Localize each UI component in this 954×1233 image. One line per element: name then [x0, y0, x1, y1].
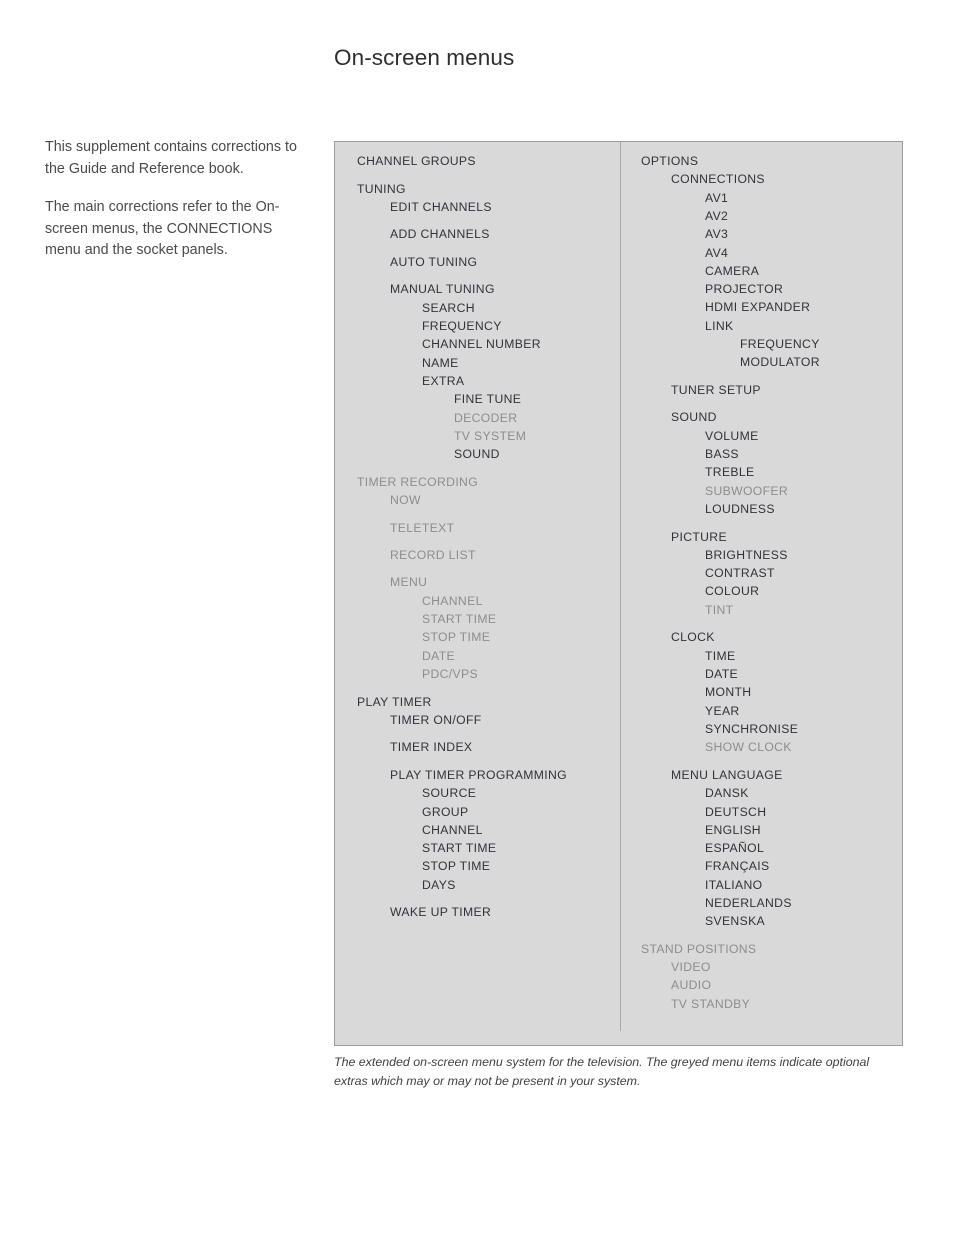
menu-item-clock[interactable]: CLOCK: [671, 630, 715, 644]
intro-text-block: This supplement contains corrections to …: [45, 137, 307, 262]
menu-item-source[interactable]: SOURCE: [422, 786, 476, 800]
menu-item-fine-tune[interactable]: FINE TUNE: [454, 392, 521, 406]
menu-item-projector[interactable]: PROJECTOR: [705, 282, 783, 296]
menu-item-contrast[interactable]: CONTRAST: [705, 566, 775, 580]
page-title: On-screen menus: [334, 45, 515, 71]
on-screen-menu-diagram: CHANNEL GROUPS TUNING EDIT CHANNELS ADD CHA…: [334, 141, 903, 1046]
menu-item-play-timer[interactable]: PLAY TIMER: [357, 695, 432, 709]
menu-item-channel-groups[interactable]: CHANNEL GROUPS: [357, 154, 476, 168]
menu-item-colour[interactable]: COLOUR: [705, 584, 759, 598]
menu-item-picture[interactable]: PICTURE: [671, 530, 727, 544]
menu-item-start-time[interactable]: START TIME: [422, 612, 496, 626]
menu-item-stand-positions[interactable]: STAND POSITIONS: [641, 942, 756, 956]
menu-item-nederlands[interactable]: NEDERLANDS: [705, 896, 792, 910]
menu-item-hdmi-expander[interactable]: HDMI EXPANDER: [705, 300, 810, 314]
menu-item-espa-ol[interactable]: ESPAÑOL: [705, 841, 764, 855]
menu-item-start-time[interactable]: START TIME: [422, 841, 496, 855]
menu-item-menu-language[interactable]: MENU LANGUAGE: [671, 768, 783, 782]
menu-item-bass[interactable]: BASS: [705, 447, 739, 461]
menu-item-volume[interactable]: VOLUME: [705, 429, 759, 443]
menu-item-av4[interactable]: AV4: [705, 246, 728, 260]
menu-item-date[interactable]: DATE: [422, 649, 455, 663]
menu-item-manual-tuning[interactable]: MANUAL TUNING: [390, 282, 495, 296]
menu-item-show-clock[interactable]: SHOW CLOCK: [705, 740, 792, 754]
menu-item-pdc-vps[interactable]: PDC/VPS: [422, 667, 478, 681]
menu-item-svenska[interactable]: SVENSKA: [705, 914, 765, 928]
menu-item-synchronise[interactable]: SYNCHRONISE: [705, 722, 798, 736]
menu-item-channel[interactable]: CHANNEL: [422, 823, 483, 837]
menu-item-timer-recording[interactable]: TIMER RECORDING: [357, 475, 478, 489]
menu-item-stop-time[interactable]: STOP TIME: [422, 859, 490, 873]
menu-item-loudness[interactable]: LOUDNESS: [705, 502, 775, 516]
menu-item-decoder[interactable]: DECODER: [454, 411, 517, 425]
menu-item-stop-time[interactable]: STOP TIME: [422, 630, 490, 644]
menu-item-tuner-setup[interactable]: TUNER SETUP: [671, 383, 761, 397]
menu-item-timer-index[interactable]: TIMER INDEX: [390, 740, 472, 754]
menu-item-add-channels[interactable]: ADD CHANNELS: [390, 227, 490, 241]
menu-item-channel-number[interactable]: CHANNEL NUMBER: [422, 337, 541, 351]
menu-item-av2[interactable]: AV2: [705, 209, 728, 223]
figure-caption: The extended on-screen menu system for t…: [334, 1055, 870, 1088]
menu-item-teletext[interactable]: TELETEXT: [390, 521, 454, 535]
menu-item-tint[interactable]: TINT: [705, 603, 733, 617]
menu-item-group[interactable]: GROUP: [422, 805, 468, 819]
menu-item-timer-on-off[interactable]: TIMER ON/OFF: [390, 713, 482, 727]
menu-item-treble[interactable]: TREBLE: [705, 465, 755, 479]
menu-item-days[interactable]: DAYS: [422, 878, 456, 892]
menu-item-play-timer-programming[interactable]: PLAY TIMER PROGRAMMING: [390, 768, 567, 782]
menu-item-modulator[interactable]: MODULATOR: [740, 355, 820, 369]
menu-item-extra[interactable]: EXTRA: [422, 374, 464, 388]
menu-item-edit-channels[interactable]: EDIT CHANNELS: [390, 200, 492, 214]
menu-item-sound[interactable]: SOUND: [454, 447, 500, 461]
menu-item-subwoofer[interactable]: SUBWOOFER: [705, 484, 788, 498]
menu-item-connections[interactable]: CONNECTIONS: [671, 172, 765, 186]
menu-item-english[interactable]: ENGLISH: [705, 823, 761, 837]
menu-item-options[interactable]: OPTIONS: [641, 154, 698, 168]
menu-item-wake-up-timer[interactable]: WAKE UP TIMER: [390, 905, 491, 919]
menu-item-italiano[interactable]: ITALIANO: [705, 878, 762, 892]
menu-item-dansk[interactable]: DANSK: [705, 786, 749, 800]
menu-item-date[interactable]: DATE: [705, 667, 738, 681]
column-divider: [620, 142, 621, 1031]
menu-item-frequency[interactable]: FREQUENCY: [740, 337, 820, 351]
menu-item-name[interactable]: NAME: [422, 356, 459, 370]
menu-item-av1[interactable]: AV1: [705, 191, 728, 205]
menu-item-search[interactable]: SEARCH: [422, 301, 475, 315]
menu-item-channel[interactable]: CHANNEL: [422, 594, 483, 608]
menu-item-fran-ais[interactable]: FRANÇAIS: [705, 859, 769, 873]
menu-item-deutsch[interactable]: DEUTSCH: [705, 805, 766, 819]
menu-item-tuning[interactable]: TUNING: [357, 182, 406, 196]
menu-item-menu[interactable]: MENU: [390, 575, 427, 589]
menu-item-sound[interactable]: SOUND: [671, 410, 717, 424]
menu-item-now[interactable]: NOW: [390, 493, 421, 507]
menu-item-year[interactable]: YEAR: [705, 704, 740, 718]
menu-item-month[interactable]: MONTH: [705, 685, 751, 699]
menu-item-audio[interactable]: AUDIO: [671, 978, 711, 992]
menu-item-camera[interactable]: CAMERA: [705, 264, 759, 278]
menu-item-record-list[interactable]: RECORD LIST: [390, 548, 476, 562]
menu-item-link[interactable]: LINK: [705, 319, 734, 333]
intro-paragraph-2: The main corrections refer to the On-scr…: [45, 199, 280, 258]
menu-item-video[interactable]: VIDEO: [671, 960, 711, 974]
menu-item-frequency[interactable]: FREQUENCY: [422, 319, 502, 333]
menu-item-tv-standby[interactable]: TV STANDBY: [671, 997, 750, 1011]
menu-item-time[interactable]: TIME: [705, 649, 736, 663]
intro-paragraph-1: This supplement contains corrections to …: [45, 139, 297, 177]
menu-item-tv-system[interactable]: TV SYSTEM: [454, 429, 526, 443]
menu-item-brightness[interactable]: BRIGHTNESS: [705, 548, 788, 562]
menu-item-av3[interactable]: AV3: [705, 227, 728, 241]
menu-item-auto-tuning[interactable]: AUTO TUNING: [390, 255, 477, 269]
